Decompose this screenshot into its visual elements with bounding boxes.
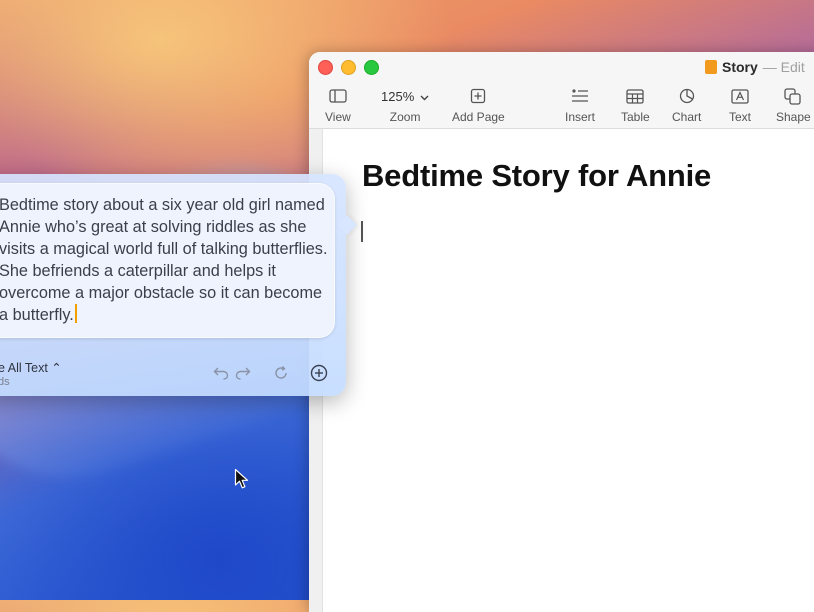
document-heading[interactable]: Bedtime Story for Annie bbox=[362, 158, 711, 194]
toolbar: Story — Edit View 125% Zoom Add Page Ins… bbox=[309, 52, 814, 129]
chevron-down-icon bbox=[420, 89, 429, 104]
plus-circle-icon bbox=[310, 364, 328, 387]
minimize-button[interactable] bbox=[341, 60, 356, 75]
window-controls bbox=[318, 60, 379, 75]
add-button[interactable] bbox=[309, 364, 329, 387]
prompt-text: Bedtime story about a six year old girl … bbox=[0, 196, 328, 324]
undo-icon bbox=[213, 366, 229, 385]
text-insertion-cursor bbox=[361, 221, 363, 242]
table-button[interactable]: Table bbox=[621, 86, 650, 124]
view-label: View bbox=[325, 110, 351, 124]
close-button[interactable] bbox=[318, 60, 333, 75]
text-button[interactable]: Text bbox=[729, 86, 751, 124]
zoom-label: Zoom bbox=[389, 110, 421, 124]
insert-icon bbox=[571, 86, 589, 106]
pages-document-icon bbox=[705, 60, 717, 74]
sidebar-icon bbox=[329, 86, 347, 106]
text-label: Text bbox=[729, 110, 752, 124]
add-page-label: Add Page bbox=[452, 110, 505, 124]
redo-icon bbox=[235, 366, 251, 385]
refresh-icon bbox=[273, 365, 289, 386]
prompt-input[interactable]: Bedtime story about a six year old girl … bbox=[0, 194, 329, 326]
zoom-window-button[interactable] bbox=[364, 60, 379, 75]
document-name[interactable]: Story bbox=[722, 59, 758, 75]
pages-window: Story — Edit View 125% Zoom Add Page Ins… bbox=[309, 52, 814, 612]
scope-sublabel: ds bbox=[0, 376, 10, 388]
zoom-value: 125% bbox=[381, 88, 415, 104]
chart-label: Chart bbox=[672, 110, 702, 124]
prompt-caret bbox=[74, 304, 77, 323]
chart-button[interactable]: Chart bbox=[672, 86, 701, 124]
table-label: Table bbox=[621, 110, 650, 124]
text-box-icon bbox=[731, 86, 749, 106]
undo-button[interactable] bbox=[211, 365, 231, 385]
regenerate-button[interactable] bbox=[271, 365, 291, 385]
shape-label: Shape bbox=[776, 110, 811, 124]
insert-button[interactable]: Insert bbox=[565, 86, 595, 124]
chart-icon bbox=[679, 86, 695, 106]
redo-button[interactable] bbox=[233, 365, 253, 385]
table-icon bbox=[626, 86, 644, 106]
zoom-control[interactable]: 125% Zoom bbox=[381, 86, 429, 124]
document-status: — Edit bbox=[762, 59, 805, 75]
shape-icon bbox=[784, 86, 802, 106]
insert-label: Insert bbox=[565, 110, 596, 124]
view-button[interactable]: View bbox=[325, 86, 351, 124]
add-page-button[interactable]: Add Page bbox=[452, 86, 505, 124]
add-page-icon bbox=[470, 86, 486, 106]
window-title: Story — Edit bbox=[705, 59, 805, 75]
zoom-select[interactable]: 125% bbox=[381, 86, 429, 106]
mouse-pointer-icon bbox=[234, 468, 250, 495]
scope-selector[interactable]: e All Text ⌃ bbox=[0, 360, 62, 375]
shape-button[interactable]: Shape bbox=[776, 86, 811, 124]
